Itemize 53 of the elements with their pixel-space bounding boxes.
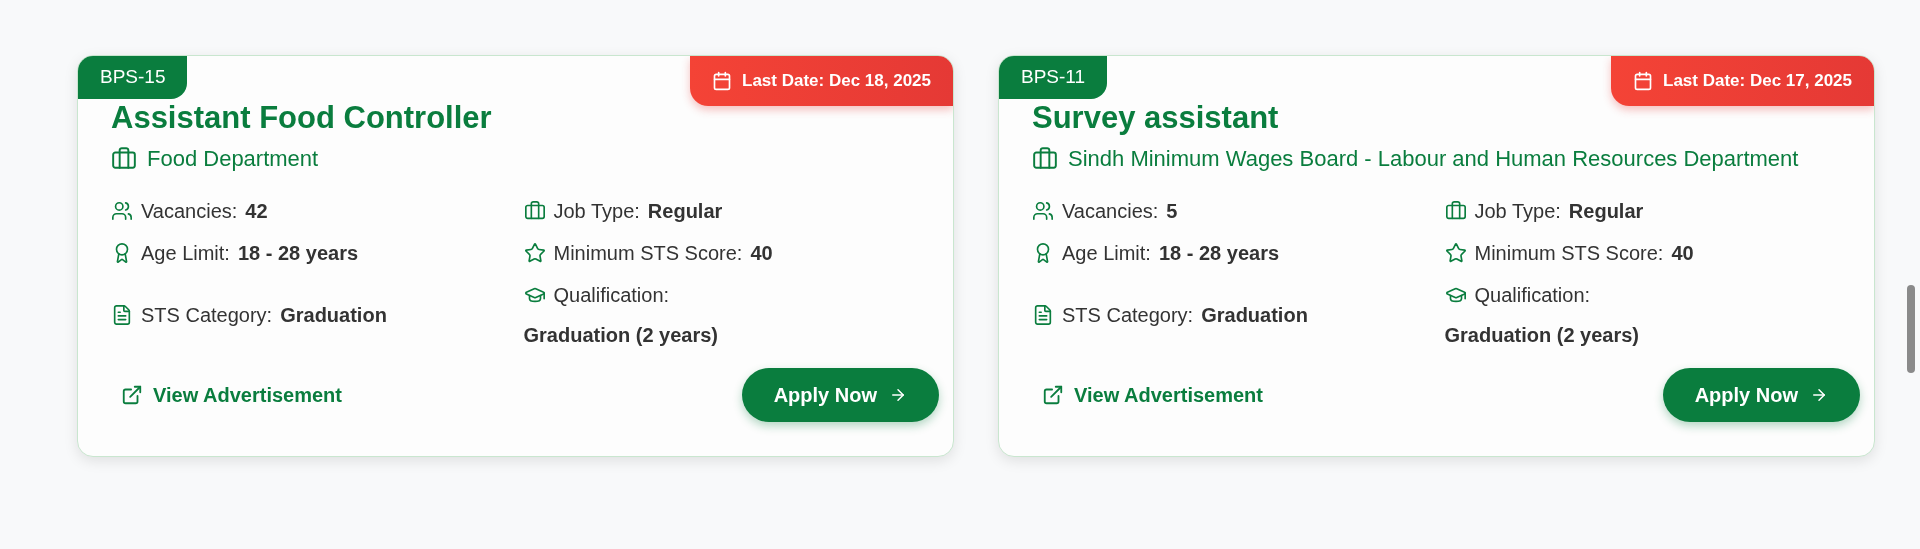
detail-label: Vacancies: [141,199,238,224]
people-icon [1032,200,1054,222]
detail-value: 5 [1166,199,1178,224]
detail-value: Graduation [280,303,387,328]
detail-label: Job Type: [553,199,640,224]
detail-value: Graduation (2 years) [523,323,719,348]
deadline-badge: Last Date: Dec 17, 2025 [1611,56,1874,106]
people-icon [111,200,133,222]
scrollbar-thumb[interactable] [1907,285,1915,373]
detail-value: 18 - 28 years [237,241,359,266]
calendar-icon [1633,71,1653,91]
briefcase-icon [1032,146,1058,172]
detail-label: Minimum STS Score: [553,241,743,266]
job-title: Assistant Food Controller [111,99,493,137]
briefcase-icon [523,200,546,222]
grade-badge: BPS-11 [999,56,1108,99]
view-advertisement-link[interactable]: View Advertisement [121,380,342,410]
external-link-icon [1042,384,1064,406]
calendar-icon [712,71,732,91]
detail-value: 18 - 28 years [1158,241,1280,266]
document-icon [111,304,133,326]
detail-value: 40 [1671,241,1694,266]
department-name: Food Department [147,145,319,173]
external-link-icon [121,384,143,406]
detail-label: Vacancies: [1062,199,1159,224]
arrow-icon [889,386,907,404]
arrow-icon [1810,386,1828,404]
detail-label: STS Category: [141,303,273,328]
detail-label: Qualification: [1474,283,1591,308]
department-name: Sindh Minimum Wages Board - Labour and Human Resources Department [1068,145,1799,173]
detail-value: 42 [245,199,268,224]
grade-badge: BPS-15 [78,56,188,99]
apply-now-button[interactable]: Apply Now [1662,368,1860,422]
deadline-badge: Last Date: Dec 18, 2025 [690,56,953,106]
detail-label: Age Limit: [1062,241,1151,266]
view-advertisement-link[interactable]: View Advertisement [1042,380,1263,410]
star-icon [523,242,546,264]
detail-label: Qualification: [553,283,670,308]
detail-label: Job Type: [1474,199,1561,224]
detail-value: Regular [1568,199,1644,224]
job-title: Survey assistant [1032,99,1280,137]
apply-now-button[interactable]: Apply Now [741,368,939,422]
briefcase-icon [111,146,137,172]
briefcase-icon [1444,200,1467,222]
detail-value: Regular [647,199,723,224]
detail-value: Graduation (2 years) [1444,323,1640,348]
detail-label: STS Category: [1062,303,1194,328]
detail-label: Age Limit: [141,241,230,266]
detail-label: Minimum STS Score: [1474,241,1664,266]
detail-value: 40 [750,241,773,266]
detail-value: Graduation [1201,303,1308,328]
document-icon [1032,304,1054,326]
star-icon [1444,242,1467,264]
